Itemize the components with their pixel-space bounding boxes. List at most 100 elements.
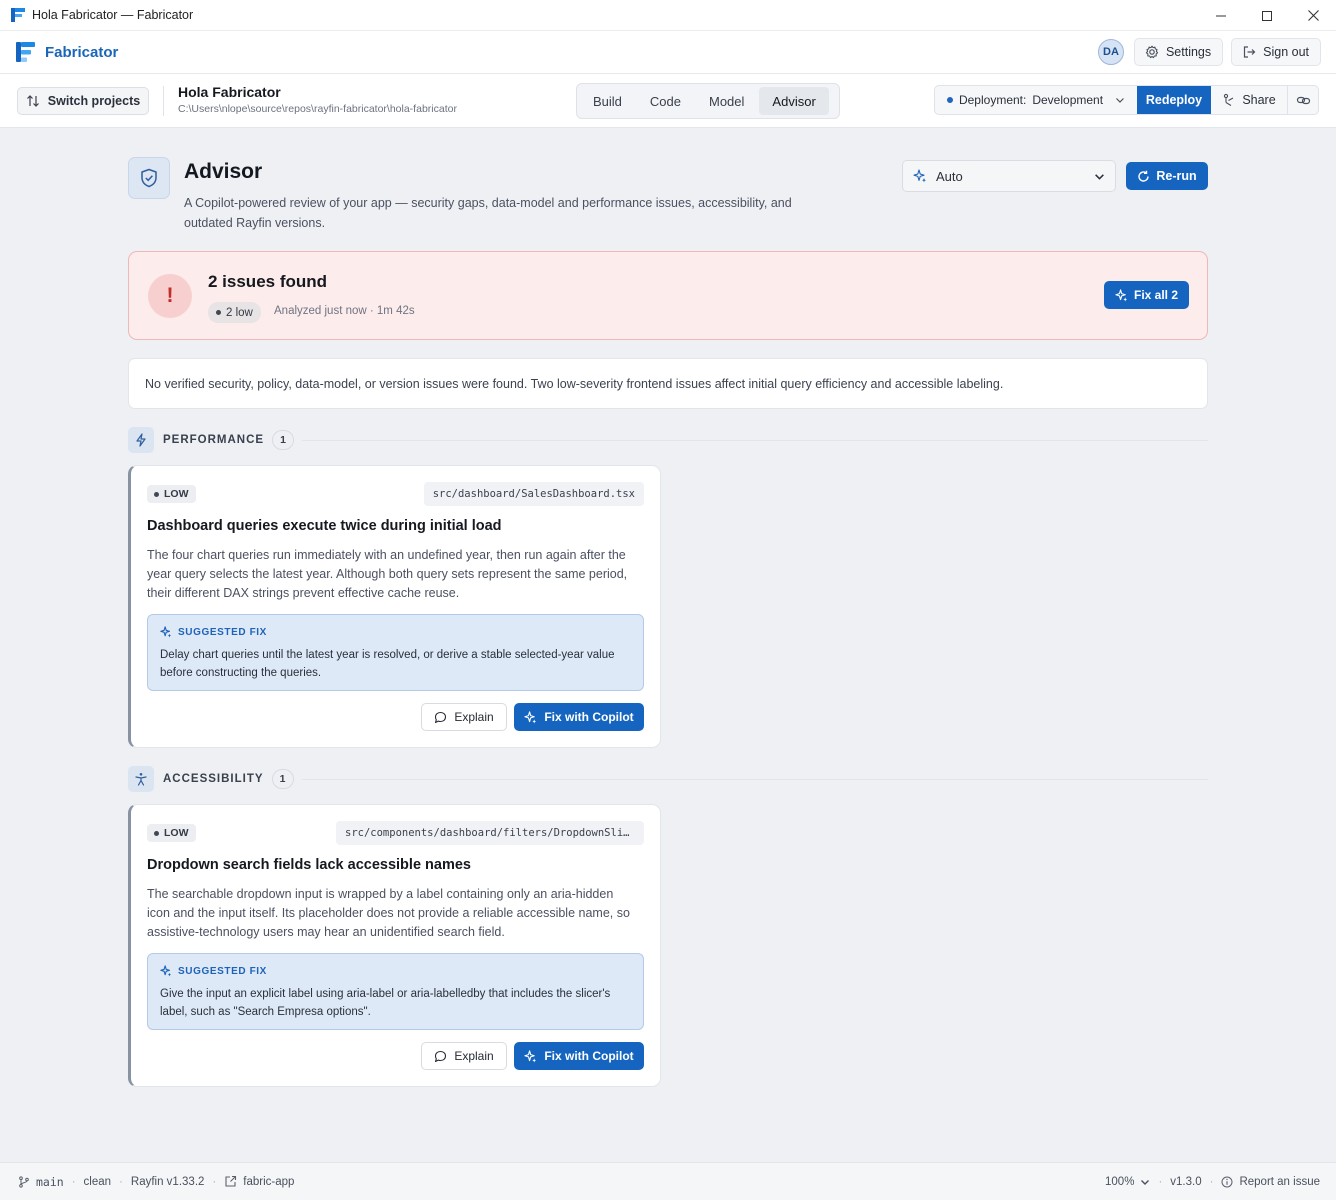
rerun-button[interactable]: Re-run bbox=[1126, 162, 1208, 190]
app-link[interactable]: fabric-app bbox=[243, 1176, 294, 1188]
severity-label: LOW bbox=[164, 827, 189, 839]
file-path-chip[interactable]: src/dashboard/SalesDashboard.tsx bbox=[423, 482, 644, 506]
git-branch[interactable]: main bbox=[36, 1175, 64, 1189]
section-accessibility-header: ACCESSIBILITY 1 bbox=[128, 766, 1208, 792]
copy-link-button[interactable] bbox=[1288, 86, 1318, 114]
section-performance-header: PERFORMANCE 1 bbox=[128, 427, 1208, 453]
sparkle-icon bbox=[160, 626, 172, 638]
settings-label: Settings bbox=[1165, 45, 1212, 59]
settings-button[interactable]: Settings bbox=[1133, 38, 1224, 66]
sign-out-label: Sign out bbox=[1263, 45, 1309, 59]
deployment-status-dot bbox=[947, 97, 953, 103]
suggested-fix-text: Delay chart queries until the latest yea… bbox=[160, 649, 615, 679]
share-label: Share bbox=[1242, 93, 1276, 107]
sign-out-button[interactable]: Sign out bbox=[1231, 38, 1321, 66]
external-link-icon bbox=[225, 1175, 237, 1187]
deployment-select[interactable]: Deployment: Development bbox=[935, 86, 1137, 114]
git-branch-icon bbox=[19, 1175, 29, 1188]
fix-with-copilot-label: Fix with Copilot bbox=[544, 710, 634, 724]
fix-all-button[interactable]: Fix all 2 bbox=[1104, 281, 1189, 309]
fix-all-label: Fix all 2 bbox=[1133, 288, 1179, 302]
section-label: ACCESSIBILITY bbox=[163, 773, 264, 785]
severity-label: LOW bbox=[164, 488, 189, 500]
sparkle-icon bbox=[524, 1049, 537, 1062]
tab-code[interactable]: Code bbox=[637, 87, 694, 115]
sign-out-icon bbox=[1244, 46, 1256, 58]
rerun-label: Re-run bbox=[1156, 169, 1197, 183]
share-button[interactable]: Share bbox=[1211, 86, 1288, 114]
section-count: 1 bbox=[272, 430, 295, 450]
status-separator: · bbox=[212, 1175, 217, 1188]
analysis-summary-text: No verified security, policy, data-model… bbox=[145, 376, 1004, 391]
window-title: Hola Fabricator — Fabricator bbox=[32, 8, 194, 22]
suggested-fix-heading: SUGGESTED FIX bbox=[160, 965, 267, 977]
accessibility-icon bbox=[128, 766, 154, 792]
issue-card-accessibility: LOW src/components/dashboard/filters/Dro… bbox=[128, 804, 661, 1087]
file-path-chip[interactable]: src/components/dashboard/filters/Dropdow… bbox=[336, 821, 644, 845]
deployment-controls: Deployment: Development Redeploy Share bbox=[934, 85, 1319, 115]
tab-build[interactable]: Build bbox=[580, 87, 635, 115]
view-tabs: Build Code Model Advisor bbox=[576, 83, 840, 119]
rayfin-version: Rayfin v1.33.2 bbox=[130, 1175, 205, 1188]
minimize-button[interactable] bbox=[1198, 0, 1244, 31]
brand-name: Fabricator bbox=[45, 43, 119, 61]
suggested-fix-box: SUGGESTED FIX Delay chart queries until … bbox=[147, 614, 644, 691]
report-issue-link[interactable]: Report an issue bbox=[1239, 1176, 1320, 1188]
status-bar: main · clean · Rayfin v1.33.2 · fabric-a… bbox=[0, 1162, 1336, 1200]
suggested-fix-label: SUGGESTED FIX bbox=[178, 965, 267, 977]
sparkle-icon bbox=[913, 169, 926, 183]
model-select[interactable]: Auto bbox=[902, 160, 1116, 192]
shield-icon bbox=[128, 157, 170, 199]
chevron-down-icon bbox=[1116, 98, 1124, 103]
tab-advisor[interactable]: Advisor bbox=[759, 87, 829, 115]
project-info: Hola Fabricator C:\Users\nlope\source\re… bbox=[178, 84, 457, 115]
status-separator: · bbox=[1209, 1175, 1214, 1188]
avatar[interactable]: DA bbox=[1097, 39, 1124, 65]
fabricator-logo-icon bbox=[11, 8, 25, 22]
close-window-button[interactable] bbox=[1290, 0, 1336, 31]
sparkle-icon bbox=[524, 710, 537, 723]
fix-with-copilot-label: Fix with Copilot bbox=[544, 1049, 634, 1063]
window-titlebar: Hola Fabricator — Fabricator bbox=[0, 0, 1336, 31]
deployment-value: Development bbox=[1032, 93, 1104, 107]
link-icon bbox=[1296, 96, 1310, 104]
page-description: A Copilot-powered review of your app — s… bbox=[184, 196, 792, 230]
fix-with-copilot-button[interactable]: Fix with Copilot bbox=[514, 703, 644, 731]
issue-card-performance: LOW src/dashboard/SalesDashboard.tsx Das… bbox=[128, 465, 661, 748]
swap-icon bbox=[26, 95, 39, 107]
window-controls bbox=[1198, 0, 1336, 31]
chevron-down-icon[interactable] bbox=[1140, 1177, 1150, 1187]
suggested-fix-label: SUGGESTED FIX bbox=[178, 626, 267, 638]
gear-icon bbox=[1145, 45, 1159, 59]
suggested-fix-box: SUGGESTED FIX Give the input an explicit… bbox=[147, 953, 644, 1030]
fix-with-copilot-button[interactable]: Fix with Copilot bbox=[514, 1042, 644, 1070]
section-count: 1 bbox=[271, 769, 294, 789]
page-title: Advisor bbox=[184, 160, 263, 183]
tab-model[interactable]: Model bbox=[696, 87, 757, 115]
severity-count-badge: 2 low bbox=[208, 302, 261, 323]
status-separator: · bbox=[1158, 1175, 1163, 1188]
section-divider bbox=[301, 778, 1208, 780]
section-divider bbox=[302, 439, 1208, 441]
project-divider bbox=[163, 86, 164, 116]
severity-dot bbox=[154, 491, 159, 497]
explain-label: Explain bbox=[454, 1049, 494, 1063]
explain-button[interactable]: Explain bbox=[421, 1042, 507, 1070]
issues-summary-card: ! 2 issues found 2 low Analyzed just now… bbox=[128, 251, 1208, 340]
redeploy-button[interactable]: Redeploy bbox=[1137, 86, 1211, 114]
deployment-label: Deployment: bbox=[958, 93, 1027, 107]
chat-bubble-icon bbox=[435, 1050, 447, 1062]
status-right: 100% · v1.3.0 · Report an issue bbox=[1105, 1176, 1320, 1188]
severity-dot bbox=[154, 830, 159, 836]
zoom-level[interactable]: 100% bbox=[1105, 1176, 1134, 1188]
suggested-fix-text: Give the input an explicit label using a… bbox=[160, 988, 611, 1018]
explain-button[interactable]: Explain bbox=[421, 703, 507, 731]
switch-projects-button[interactable]: Switch projects bbox=[17, 87, 149, 115]
severity-count-label: 2 low bbox=[226, 306, 253, 319]
maximize-button[interactable] bbox=[1244, 0, 1290, 31]
git-state: clean bbox=[83, 1175, 112, 1188]
brand[interactable]: Fabricator bbox=[15, 41, 118, 63]
sparkle-icon bbox=[1115, 288, 1128, 301]
analysis-summary: No verified security, policy, data-model… bbox=[128, 358, 1208, 409]
analyzed-status: Analyzed just now · 1m 42s bbox=[274, 305, 415, 317]
